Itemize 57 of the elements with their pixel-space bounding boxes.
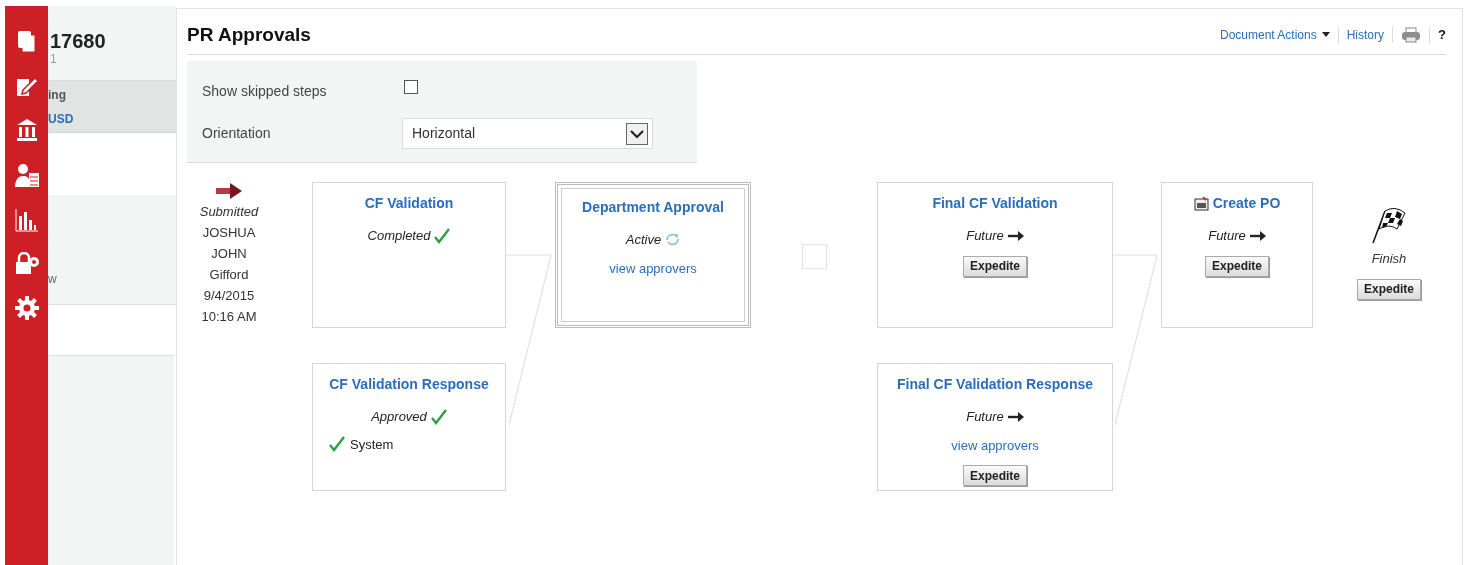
section-label: w — [48, 271, 57, 288]
document-actions-menu[interactable]: Document Actions — [1220, 25, 1330, 44]
skipped-step-placeholder — [802, 244, 827, 269]
finish-label: Finish — [1371, 250, 1407, 268]
expedite-button[interactable]: Expedite — [1357, 278, 1421, 300]
right-arrow-icon — [1249, 230, 1266, 241]
panel-section[interactable]: w — [48, 195, 176, 305]
checkbox[interactable] — [404, 80, 418, 94]
right-arrow-icon — [1007, 411, 1024, 422]
person-list-icon[interactable] — [13, 162, 40, 188]
orientation-dropdown[interactable]: Horizontal — [402, 118, 653, 149]
documents-icon[interactable] — [15, 30, 38, 54]
submitter-text: 10:16 AM — [201, 308, 257, 326]
submitter-text: JOSHUA — [202, 224, 256, 242]
status-text: Approved — [371, 408, 427, 426]
check-icon — [430, 408, 447, 425]
option-label: Show skipped steps — [202, 81, 328, 101]
status-text: Future — [966, 408, 1004, 426]
status-text: Submitted — [199, 203, 259, 221]
step-title-link[interactable]: Final CF Validation — [932, 193, 1058, 214]
record-subtitle: 1 — [50, 52, 58, 66]
page-title: PR Approvals — [187, 23, 311, 48]
section-label: ing — [48, 87, 67, 104]
bank-icon[interactable] — [14, 118, 39, 142]
status-text: Future — [1208, 227, 1246, 245]
amount-text: USD — [48, 111, 75, 128]
status-text: Completed — [367, 227, 431, 245]
caret-icon — [1321, 32, 1330, 37]
right-arrow-icon — [216, 183, 242, 199]
submitter-text: JOHN — [211, 245, 247, 263]
step-title-link[interactable]: CF Validation — [364, 193, 454, 214]
step-title-link[interactable]: Create PO — [1212, 193, 1281, 214]
step-title-link[interactable]: CF Validation Response — [329, 374, 489, 395]
expedite-button[interactable]: Expedite — [1205, 255, 1269, 277]
option-label: Orientation — [202, 124, 272, 143]
lock-gear-icon[interactable] — [13, 252, 40, 276]
panel-section[interactable]: ing USD — [48, 81, 176, 133]
help-button[interactable]: ? — [1438, 24, 1446, 45]
right-arrow-icon — [1007, 230, 1024, 241]
print-icon[interactable] — [1401, 26, 1422, 43]
status-text: Future — [966, 227, 1004, 245]
submitter-text: 9/4/2015 — [203, 287, 255, 305]
step-title-link[interactable]: Department Approval — [582, 197, 724, 218]
expedite-button[interactable]: Expedite — [963, 465, 1027, 486]
view-approvers-link[interactable]: view approvers — [951, 435, 1039, 455]
check-icon — [434, 227, 451, 244]
record-number: 17680 — [50, 30, 107, 52]
view-approvers-link[interactable]: view approvers — [609, 258, 697, 278]
approver-name: System — [350, 435, 394, 454]
expedite-button[interactable]: Expedite — [963, 255, 1027, 277]
history-link[interactable]: History — [1346, 25, 1385, 44]
status-text: Active — [625, 231, 662, 249]
submitter-text: Gifford — [209, 266, 249, 284]
bar-chart-icon[interactable] — [14, 208, 39, 232]
step-title-link[interactable]: Final CF Validation Response — [896, 374, 1093, 395]
check-icon — [329, 436, 345, 453]
refresh-icon — [665, 232, 681, 248]
